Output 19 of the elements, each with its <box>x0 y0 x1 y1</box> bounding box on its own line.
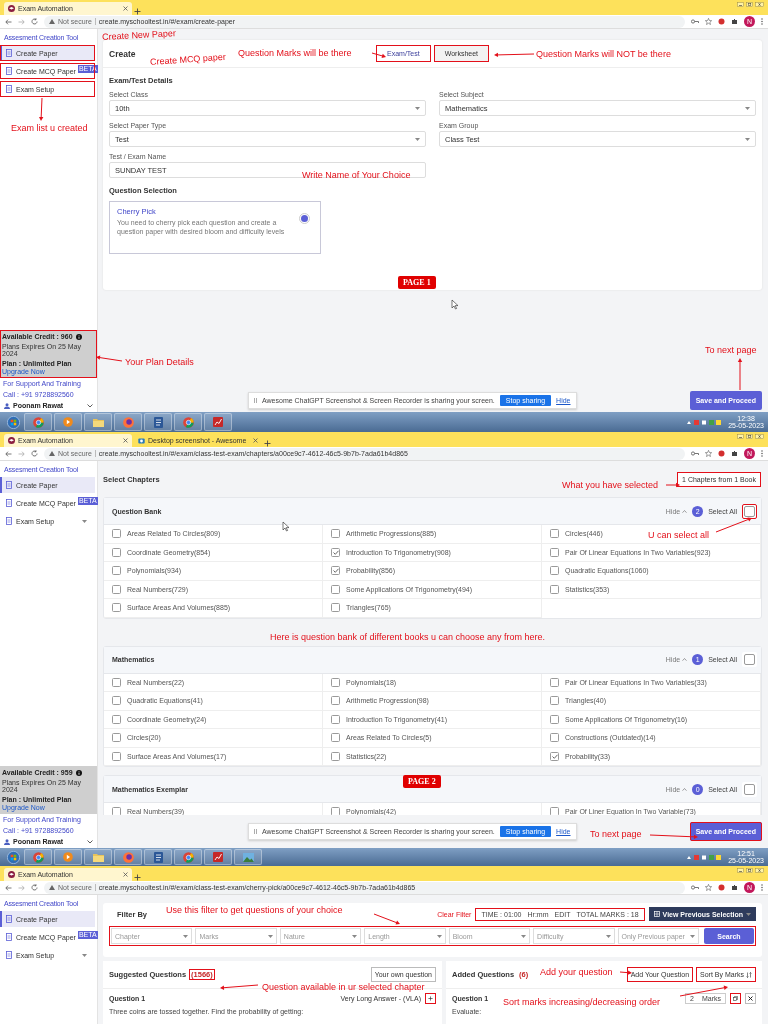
annotation-text: Add your question <box>540 967 613 977</box>
annotation-text: To next page <box>590 829 642 839</box>
annotation-text: Question Marks will NOT be there <box>536 49 671 59</box>
annotation-text: U can select all <box>648 530 710 540</box>
page-label: PAGE 2 <box>403 775 441 788</box>
annotation-text: Write Name of Your Choice <box>302 170 411 180</box>
annotation-text: Create New Paper <box>101 28 177 42</box>
annotation-text: Use this filter to get questions of your choice <box>166 905 343 915</box>
annotation-text: To next page <box>705 345 757 355</box>
annotation-text: Exam list u created <box>11 123 88 133</box>
annotation-text: What you have selected <box>562 480 659 490</box>
annotation-text: Create MCQ paper <box>149 51 227 67</box>
annotation-text: Sort marks increasing/decreasing order <box>503 997 661 1007</box>
annotation-text: Question available in ur selected chapter <box>262 982 425 992</box>
page-label: PAGE 1 <box>398 276 436 289</box>
annotation-text: Question Marks will be there <box>238 48 352 58</box>
annotation-text: Here is question bank of different books u can choose any from here. <box>270 632 545 642</box>
annotation-text: Your Plan Details <box>125 357 194 367</box>
page-heading: Create <box>109 48 136 59</box>
